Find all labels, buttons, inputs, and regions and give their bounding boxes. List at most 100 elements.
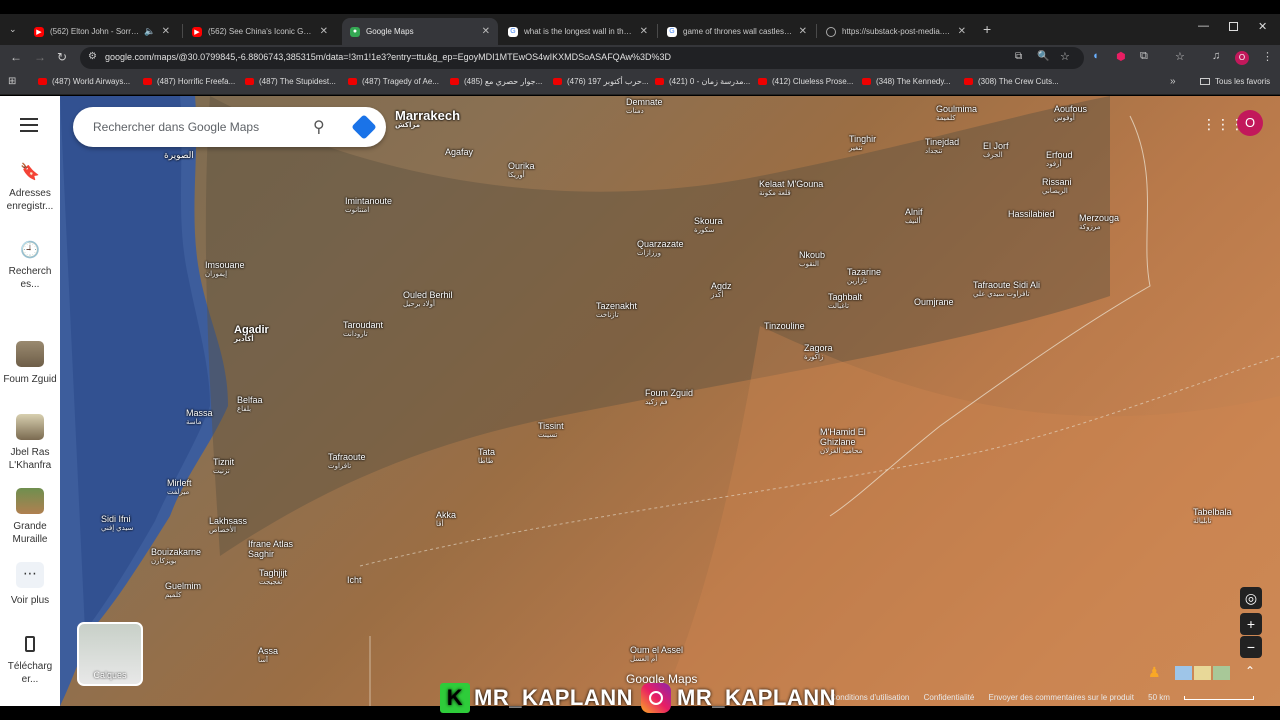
restore-icon[interactable]	[1229, 22, 1238, 31]
map-place[interactable]: Hassilabied	[1008, 209, 1055, 219]
bookmark-item[interactable]: (487) Horrific Freefa...	[143, 77, 235, 86]
map-place[interactable]: Tabelbala تابلبالة	[1193, 507, 1232, 527]
address-bar[interactable]: ⚙ google.com/maps/@30.0799845,-6.8806743…	[80, 47, 1084, 69]
traffic-icon[interactable]	[1194, 666, 1211, 680]
zoom-out-button[interactable]: −	[1240, 636, 1262, 658]
map-place[interactable]: Imintanoute امنتانوت	[345, 196, 392, 216]
menu-icon[interactable]	[20, 118, 38, 132]
map-place[interactable]: Mirleft ميرلفت	[167, 478, 192, 498]
map-place[interactable]: Nkoub النقوب	[799, 250, 825, 270]
map-place[interactable]: Tissint تسينت	[538, 421, 564, 441]
map-place[interactable]: Tazarine تازارين	[847, 267, 881, 287]
zoom-icon[interactable]: 🔍	[1037, 51, 1049, 62]
extensions-icon[interactable]: ⧉	[1140, 50, 1148, 63]
bookmark-item[interactable]: (308) The Crew Cuts...	[964, 77, 1059, 86]
map-place[interactable]: Assa آسا	[258, 646, 278, 666]
bookmark-item[interactable]: (487) Tragedy of Ae...	[348, 77, 439, 86]
map-place[interactable]: الصويرة	[164, 150, 194, 160]
map-place[interactable]: Tinejdad تنجداد	[925, 137, 959, 157]
bookmark-item[interactable]: (487) World Airways...	[38, 77, 130, 86]
more-bookmarks-icon[interactable]: »	[1170, 76, 1176, 87]
map-place[interactable]: Demnate دمنات	[626, 97, 663, 117]
sidebar-item-recent-place[interactable]: Foum Zguid	[0, 341, 60, 386]
extension-shield-icon[interactable]: ⬢	[1116, 50, 1126, 63]
expand-icon[interactable]: ⌃	[1245, 664, 1255, 678]
map-place[interactable]: El Jorf الجرف	[983, 141, 1009, 161]
map-place[interactable]: Rissani الريصاني	[1042, 177, 1072, 197]
tab-5[interactable]: https://substack-post-media.s3. ✕	[818, 18, 974, 45]
back-icon[interactable]: ←	[10, 50, 22, 64]
map-place[interactable]: Zagora زاكورة	[804, 343, 833, 363]
map-place[interactable]: Agadir أكادير	[234, 325, 269, 345]
map-place[interactable]: Massa ماسة	[186, 408, 213, 428]
terrain-icon[interactable]	[1175, 666, 1192, 680]
map-place[interactable]: Goulmima كلميمة	[936, 104, 977, 124]
close-icon[interactable]: ✕	[640, 26, 648, 37]
sidebar-item-download[interactable]: Télécharg er...	[0, 636, 60, 686]
feedback-link[interactable]: Envoyer des commentaires sur le produit	[989, 693, 1134, 702]
search-box[interactable]: Rechercher dans Google Maps ⚲	[73, 107, 386, 147]
minimize-icon[interactable]: —	[1198, 20, 1209, 32]
reload-icon[interactable]: ↻	[57, 50, 67, 64]
map-place[interactable]: Imsouane إيموران	[205, 260, 245, 280]
satellite-map[interactable]: Marrakech مراكش Agafay Ourika أوريكا Imint…	[60, 96, 1280, 706]
apps-icon[interactable]: ⊞	[8, 76, 16, 87]
map-place[interactable]: Sidi Ifni سيدي إفني	[101, 514, 133, 534]
map-type-buttons[interactable]	[1175, 666, 1230, 680]
profile-avatar[interactable]: O	[1235, 51, 1249, 65]
bookmark-item[interactable]: (421) مدرسة زمان - 0...	[655, 77, 750, 86]
map-place[interactable]: Merzouga مرزوكة	[1079, 213, 1119, 233]
bookmark-item[interactable]: (476) حرب أكتوبر 197...	[553, 77, 649, 86]
close-window-icon[interactable]: ✕	[1258, 20, 1267, 33]
map-place[interactable]: Guelmim كلميم	[165, 581, 201, 601]
search-input[interactable]: Rechercher dans Google Maps	[93, 120, 259, 134]
tab-2[interactable]: ● Google Maps ✕	[342, 18, 498, 45]
close-icon[interactable]: ✕	[162, 26, 170, 37]
speaker-icon[interactable]: 🔈	[144, 26, 155, 37]
map-place[interactable]: Erfoud أرفود	[1046, 150, 1073, 170]
map-place[interactable]: Ifrane Atlas Saghir	[248, 539, 308, 559]
map-place[interactable]: Tinghir تنغير	[849, 134, 876, 154]
map-place[interactable]: Tazenakht تازناخت	[596, 301, 637, 321]
url-text[interactable]: google.com/maps/@30.0799845,-6.8806743,3…	[105, 52, 671, 62]
account-avatar[interactable]: O	[1237, 110, 1263, 136]
pegman-icon[interactable]: ♟	[1148, 664, 1161, 681]
map-place[interactable]: Tata طاطا	[478, 447, 495, 467]
map-place[interactable]: Tiznit تزنيت	[213, 457, 234, 477]
map-place[interactable]: Tinzouline	[764, 321, 805, 331]
menu-icon[interactable]: ⋮	[1262, 50, 1273, 63]
map-place[interactable]: Agafay	[445, 147, 473, 157]
bookmark-item[interactable]: (487) The Stupidest...	[245, 77, 336, 86]
map-place[interactable]: M'Hamid El Ghizlane محاميد الغزلان	[820, 427, 890, 457]
tab-4[interactable]: G game of thrones wall castles m ✕	[659, 18, 815, 45]
bookmark-item[interactable]: (485) جوار حصري مع...	[450, 77, 542, 86]
map-place[interactable]: Taroudant تارودانت	[343, 320, 383, 340]
sidebar-item-recent-place[interactable]: Grande Muraille	[0, 488, 60, 546]
map-place[interactable]: Skoura سكورة	[694, 216, 723, 236]
map-place[interactable]: Ourika أوريكا	[508, 161, 535, 181]
map-place[interactable]: Kelaat M'Gouna قلعة مكونة	[759, 179, 823, 199]
map-place[interactable]: Icht	[347, 575, 362, 585]
transit-icon[interactable]	[1213, 666, 1230, 680]
layers-button[interactable]: Calques	[77, 622, 143, 686]
sidebar-item-recent[interactable]: 🕘 Recherch es...	[0, 243, 60, 291]
bookmark-item[interactable]: (348) The Kennedy...	[862, 77, 950, 86]
sidebar-item-more[interactable]: ⋯ Voir plus	[0, 562, 60, 607]
map-place[interactable]: Alnif ألنيف	[905, 207, 923, 227]
tab-3[interactable]: G what is the longest wall in the w ✕	[500, 18, 656, 45]
tab-1[interactable]: ▶ (562) See China's Iconic Great W ✕	[184, 18, 336, 45]
map-place[interactable]: Akka أقا	[436, 510, 456, 530]
zoom-in-button[interactable]: +	[1240, 613, 1262, 635]
map-place[interactable]: Tafraoute Sidi Ali تافراوت سيدي علي	[973, 280, 1040, 300]
map-place[interactable]: Bouizakarne بويزكارن	[151, 547, 201, 567]
map-place[interactable]: Oumjrane	[914, 297, 954, 307]
privacy-link[interactable]: Confidentialité	[924, 693, 975, 702]
directions-icon[interactable]	[351, 114, 377, 140]
sidebar-item-saved[interactable]: 🔖 Adresses enregistr...	[0, 165, 60, 213]
map-place[interactable]: Belfaa بلفاع	[237, 395, 263, 415]
map-place[interactable]: Lakhsass الأخصاص	[209, 516, 247, 536]
my-location-icon[interactable]: ◎	[1240, 587, 1262, 609]
extension-translate-icon[interactable]: ◖	[1092, 50, 1099, 62]
all-bookmarks[interactable]: Tous les favoris	[1200, 77, 1270, 86]
site-info-icon[interactable]: ⚙	[88, 51, 97, 62]
